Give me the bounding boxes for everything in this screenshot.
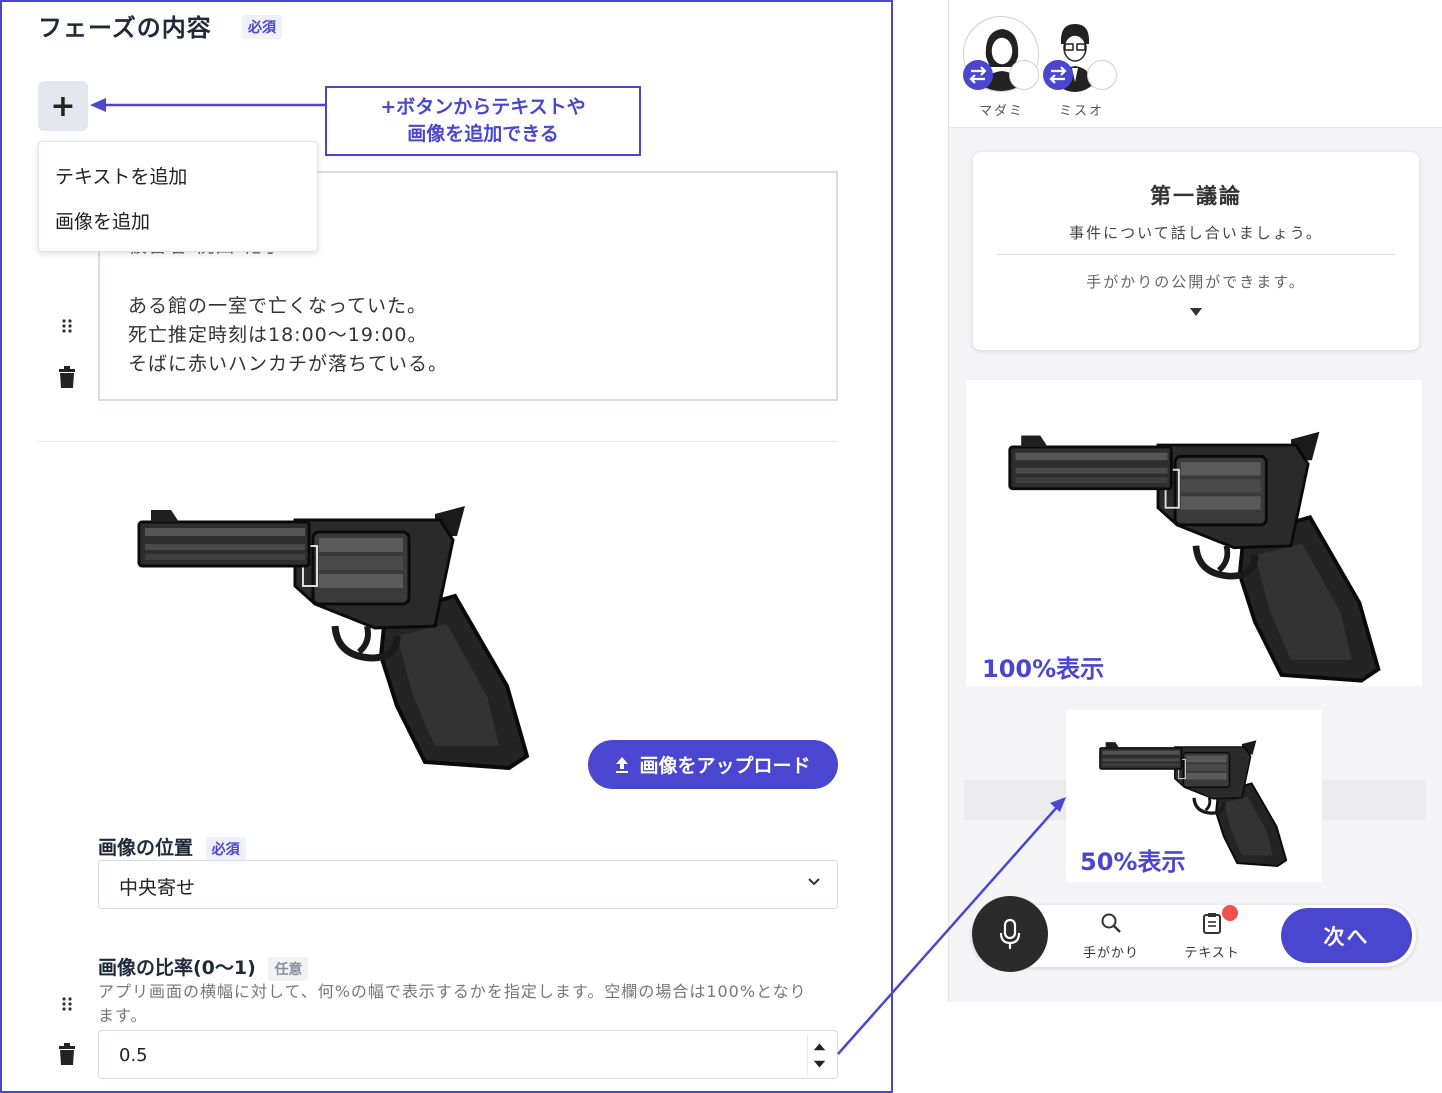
phase-note: 手がかりの公開ができます。 [1086, 273, 1306, 291]
character-name: ミスオ [1059, 104, 1105, 119]
notification-dot [1222, 905, 1238, 921]
card-divider [997, 254, 1395, 255]
mini-avatar [1009, 60, 1039, 90]
mini-avatar [1087, 60, 1117, 90]
clues-label: 手がかり [1082, 946, 1139, 961]
trash-icon[interactable] [57, 366, 77, 388]
callout-line-1: +ボタンからテキストや [380, 96, 586, 118]
callout-arrow [90, 98, 326, 112]
clues-tool[interactable]: 手がかり [1071, 912, 1151, 961]
label-50-percent: 50%表示 [1080, 848, 1186, 876]
chevron-down-icon [808, 878, 820, 886]
position-required-badge: 必須 [205, 837, 246, 861]
upload-icon [616, 756, 629, 773]
drag-handle-icon[interactable] [61, 996, 73, 1012]
phase-title: 第一議論 [1150, 184, 1242, 208]
trash-icon[interactable] [57, 1043, 77, 1065]
clipboard-icon [1203, 913, 1221, 934]
ratio-input-value: 0.5 [119, 1045, 148, 1066]
text-line-1: ある館の一室で亡くなっていた。 [128, 295, 428, 317]
add-block-button[interactable]: + [38, 81, 88, 131]
character-header: マダミ ミスオ [949, 0, 1442, 128]
text-line-2: 死亡推定時刻は18:00～19:00。 [128, 324, 428, 346]
revolver-image [110, 506, 560, 776]
add-block-menu: テキストを追加 画像を追加 [38, 141, 318, 252]
required-badge: 必須 [242, 15, 282, 39]
callout-line-2: 画像を追加できる [407, 123, 559, 145]
upload-button-label: 画像をアップロード [639, 755, 811, 777]
phase-content-editor: フェーズの内容 必須 + +ボタンからテキストや 画像を追加できる 被害者:桃田… [0, 0, 893, 1093]
text-label: テキスト [1184, 946, 1240, 961]
mic-icon [999, 918, 1021, 949]
position-label: 画像の位置 必須 [98, 833, 246, 861]
next-button[interactable]: 次へ [1281, 908, 1412, 963]
caret-down-icon[interactable] [1190, 308, 1202, 316]
position-label-text: 画像の位置 [98, 837, 194, 859]
swap-icon[interactable] [963, 60, 993, 90]
menu-item-add-text[interactable]: テキストを追加 [55, 162, 187, 189]
character-name: マダミ [979, 104, 1025, 119]
ratio-label: 画像の比率(0～1) 任意 [98, 953, 309, 981]
text-line-3: そばに赤いハンカチが落ちている。 [128, 353, 449, 375]
position-select-value: 中央寄せ [119, 877, 196, 899]
image-preview-100 [966, 380, 1422, 686]
block-divider [38, 441, 838, 442]
upload-image-button[interactable]: 画像をアップロード [588, 740, 838, 789]
drag-handle-icon[interactable] [61, 318, 73, 334]
search-icon [1101, 913, 1121, 933]
phase-subtitle: 事件について話し合いましょう。 [1069, 224, 1323, 242]
menu-item-add-image[interactable]: 画像を追加 [55, 207, 150, 234]
ratio-optional-badge: 任意 [268, 957, 309, 981]
callout-annotation: +ボタンからテキストや 画像を追加できる [325, 86, 641, 156]
text-tool[interactable]: テキスト [1172, 912, 1252, 961]
label-100-percent: 100%表示 [982, 655, 1105, 683]
mic-button[interactable] [972, 896, 1048, 972]
ratio-label-text: 画像の比率(0～1) [98, 957, 256, 979]
swap-icon[interactable] [1043, 60, 1073, 90]
image-position-select[interactable]: 中央寄せ [98, 860, 838, 909]
number-spinner[interactable] [807, 1035, 831, 1075]
ratio-help-text: アプリ画面の横幅に対して、何%の幅で表示するかを指定します。空欄の場合は100%… [98, 982, 807, 1025]
plus-icon: + [50, 88, 76, 124]
image-ratio-input[interactable]: 0.5 [98, 1030, 838, 1079]
phase-card: 第一議論 事件について話し合いましょう。 手がかりの公開ができます。 [973, 152, 1419, 350]
section-title: フェーズの内容 [38, 14, 212, 42]
